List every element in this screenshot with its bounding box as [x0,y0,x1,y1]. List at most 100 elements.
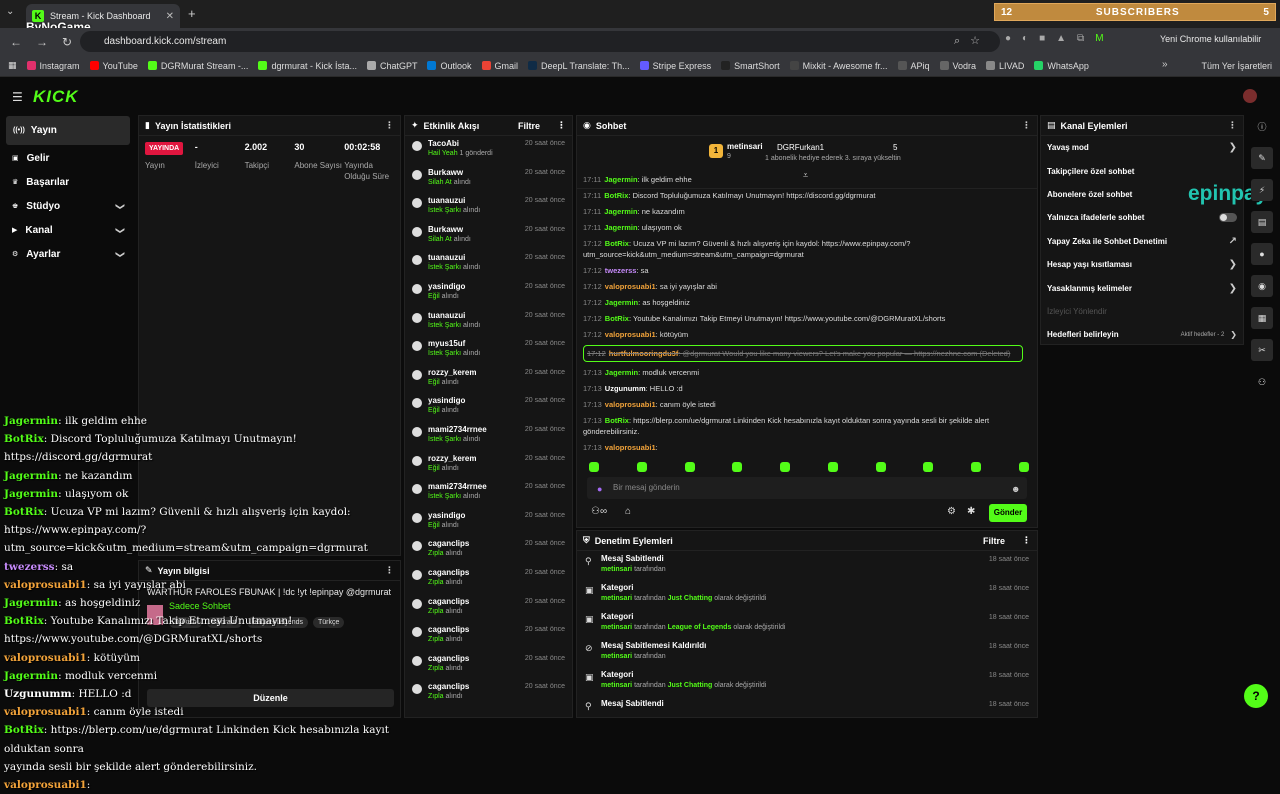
avatar[interactable] [1243,89,1257,103]
activity-user[interactable]: caganclips [428,625,469,634]
zoom-icon[interactable]: ⌕ [954,35,970,47]
chat-username[interactable]: BotRix [604,191,628,200]
hamburger-menu-icon[interactable]: ☰ [12,90,23,104]
channel-action-5[interactable]: Hesap yaşı kısıtlaması ❯ [1041,253,1243,276]
emote-icon[interactable] [923,462,934,472]
settings-icon[interactable]: ⚙ [947,506,956,517]
chat-bubble-icon[interactable]: ● [1251,243,1273,265]
bookmark-5[interactable]: Outlook [427,61,472,71]
more-options-icon[interactable]: ⋮ [557,120,566,131]
wrench-icon[interactable]: ✂ [1251,339,1273,361]
activity-user[interactable]: caganclips [428,539,469,548]
emote-only-toggle[interactable] [1219,213,1237,223]
chat-username[interactable]: Jagermin [605,298,638,307]
channel-action-8[interactable]: Hedefleri belirleyin Aktif hedefler - 2 ❯ [1041,323,1243,346]
channel-action-1[interactable]: Takipçilere özel sohbet [1041,159,1243,182]
emoji-icon[interactable]: ☻ [1011,484,1020,494]
sidebar-item-1[interactable]: ▣ Gelir [6,148,130,169]
activity-user[interactable]: tuanauzui [428,311,480,320]
emote-icon[interactable] [589,462,599,472]
share-icon[interactable]: ⚇ [1251,371,1273,393]
layout-icon[interactable]: ▦ [1251,307,1273,329]
more-options-icon[interactable]: ⋮ [1022,120,1031,131]
bookmark-1[interactable]: YouTube [89,61,138,71]
chat-username[interactable]: hurtfulmooringdu3f [609,349,679,358]
url-input[interactable]: dashboard.kick.com/stream ⌕☆ [80,31,1000,52]
sidebar-item-0[interactable]: ((•)) Yayın [6,116,130,145]
mod-action-user[interactable]: metinsari [601,624,632,631]
activity-user[interactable]: caganclips [428,682,469,691]
mod-tools-icon[interactable]: ✱ [967,506,975,517]
back-icon[interactable]: ← [10,35,26,49]
emote-icon[interactable] [780,462,791,472]
sidebar-item-4[interactable]: ▶ Kanal ❯ [6,220,130,241]
pencil-icon[interactable]: ✎ [1251,147,1273,169]
activity-user[interactable]: caganclips [428,568,469,577]
bookmark-13[interactable]: LIVAD [986,61,1024,71]
bookmark-4[interactable]: ChatGPT [366,61,417,71]
info-icon[interactable]: ⓘ [1251,115,1273,137]
send-button[interactable]: Gönder [989,504,1027,522]
broadcast-icon[interactable]: ◉ [1251,275,1273,297]
forward-icon[interactable]: → [36,35,52,49]
activity-user[interactable]: caganclips [428,597,469,606]
apps-icon[interactable]: ▦ [8,60,17,71]
mod-action-user[interactable]: metinsari [601,566,632,573]
mic-icon[interactable]: ● [597,484,602,494]
more-options-icon[interactable]: ⋮ [1228,120,1237,131]
activity-user[interactable]: yasindigo [428,282,465,291]
chat-username[interactable]: BotRix [605,239,629,248]
channel-action-4[interactable]: Yapay Zeka ile Sohbet Denetimi ↗ [1041,230,1243,253]
reload-icon[interactable]: ↻ [62,35,78,49]
bookmarks-overflow-icon[interactable]: » [1162,59,1168,70]
bookmark-6[interactable]: Gmail [481,61,518,71]
bookmark-8[interactable]: Stripe Express [639,61,711,71]
bookmark-12[interactable]: Vodra [939,61,976,71]
mod-action-user[interactable]: metinsari [601,653,632,660]
extension-icon[interactable]: ● [1005,33,1011,44]
more-options-icon[interactable]: ⋮ [385,120,394,131]
new-tab-icon[interactable]: + [188,6,196,21]
chat-username[interactable]: Jagermin [604,207,637,216]
chat-username[interactable]: Jagermin [605,368,638,377]
extension-icon[interactable]: ■ [1039,33,1045,44]
emote-icon[interactable] [636,462,647,472]
activity-user[interactable]: mami2734rrnee [428,482,487,491]
activity-user[interactable]: yasindigo [428,511,465,520]
activity-user[interactable]: yasindigo [428,396,465,405]
bookmark-11[interactable]: APiq [897,61,930,71]
bookmark-2[interactable]: DGRMurat Stream -... [147,61,248,71]
chat-username[interactable]: valoprosuabi1 [605,330,656,339]
activity-user[interactable]: caganclips [428,654,469,663]
extension-icon[interactable]: ◐ [1022,33,1028,44]
all-bookmarks-link[interactable]: Tüm Yer İşaretleri [1201,61,1272,71]
filter-button[interactable]: Filtre [518,121,540,131]
bookmark-3[interactable]: dgrmurat - Kick İsta... [258,61,357,71]
mod-action-user[interactable]: metinsari [601,595,632,602]
emote-icon[interactable] [875,462,886,472]
mod-action-user[interactable]: metinsari [601,682,632,689]
gift-icon[interactable]: ⌂ [625,506,631,517]
sidebar-item-5[interactable]: ⚙ Ayarlar ❯ [6,244,130,265]
bookmark-14[interactable]: WhatsApp [1034,61,1089,71]
help-button[interactable]: ? [1244,684,1268,708]
activity-user[interactable]: myus15uf [428,339,480,348]
filter-button[interactable]: Filtre [983,536,1005,546]
channel-action-0[interactable]: Yavaş mod ❯ [1041,136,1243,159]
lightning-icon[interactable]: ⚡ [1251,179,1273,201]
chat-username[interactable]: Jagermin [604,223,637,232]
chat-username[interactable]: BotRix [605,416,629,425]
extension-icon[interactable]: ▲ [1056,33,1066,44]
connections-icon[interactable]: ⚇∞ [591,506,607,517]
activity-user[interactable]: mami2734rrnee [428,425,487,434]
close-tab-icon[interactable]: ✕ [166,11,174,22]
document-icon[interactable]: ▤ [1251,211,1273,233]
chat-message-input[interactable]: Bir mesaj gönderin [587,477,1027,499]
channel-action-3[interactable]: Yalnızca ifadelerle sohbet [1041,206,1243,229]
chat-username[interactable]: valoprosuabi1 [605,282,656,291]
emote-icon[interactable] [684,462,695,472]
channel-action-6[interactable]: Yasaklanmış kelimeler ❯ [1041,276,1243,299]
activity-user[interactable]: tuanauzui [428,196,480,205]
emote-icon[interactable] [827,462,838,472]
more-options-icon[interactable]: ⋮ [1022,535,1031,546]
